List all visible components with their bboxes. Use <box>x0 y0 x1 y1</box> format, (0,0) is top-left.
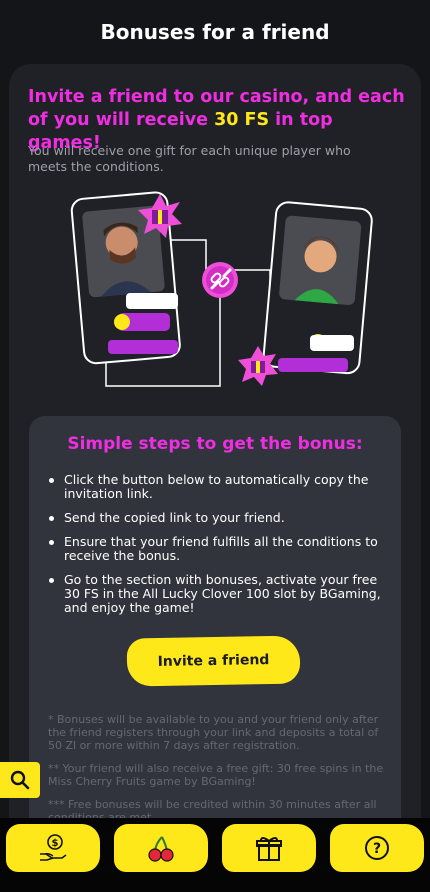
step-item: Send the copied link to your friend. <box>46 511 386 525</box>
steps-title: Simple steps to get the bonus: <box>67 434 363 454</box>
nav-slots-button[interactable] <box>114 824 208 872</box>
footnote: * Bonuses will be available to you and y… <box>48 713 379 752</box>
footnotes: * Bonuses will be available to you and y… <box>48 713 384 834</box>
search-icon <box>10 770 30 790</box>
page-title: Bonuses for a friend <box>100 20 330 44</box>
nav-help-button[interactable]: ? <box>330 824 424 872</box>
nav-cashback-button[interactable]: $ <box>6 824 100 872</box>
svg-text:$: $ <box>52 838 59 849</box>
nav-gifts-button[interactable] <box>222 824 316 872</box>
footnote: ** Your friend will also receive a free … <box>48 762 384 788</box>
hero-subtext: You will receive one gift for each uniqu… <box>28 143 351 174</box>
invite-illustration <box>70 191 373 387</box>
svg-text:?: ? <box>373 841 381 857</box>
step-item: Click the button below to automatically … <box>46 473 386 501</box>
invite-friend-button[interactable]: Invite a friend <box>126 635 301 687</box>
step-item: Ensure that your friend fulfills all the… <box>46 535 386 563</box>
steps-list: Click the button below to automatically … <box>46 473 386 625</box>
money-hand-icon: $ <box>40 834 67 861</box>
cherry-icon <box>148 836 174 862</box>
search-button[interactable] <box>0 762 40 798</box>
headline-highlight: 30 FS <box>214 110 270 130</box>
help-icon: ? <box>365 836 389 860</box>
gift-icon <box>256 837 282 861</box>
step-item: Go to the section with bonuses, activate… <box>46 573 386 615</box>
